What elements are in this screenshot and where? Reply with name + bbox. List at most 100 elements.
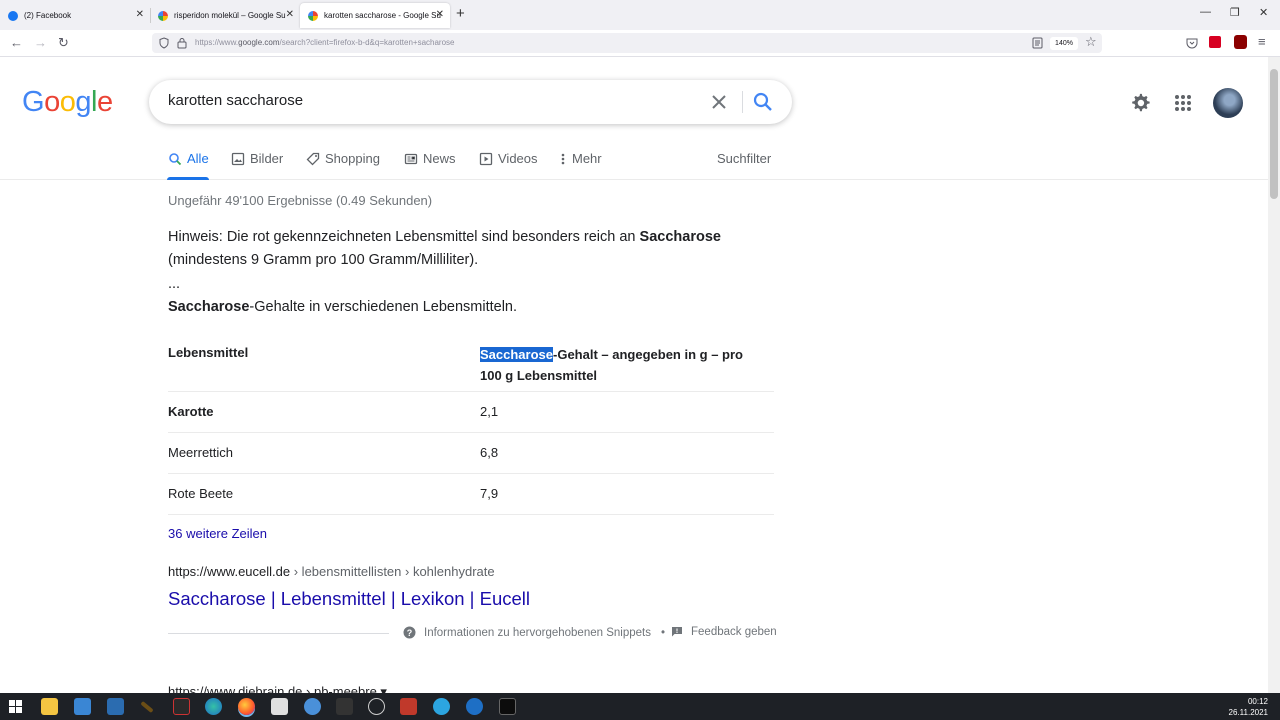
note-bold: Saccharose (639, 229, 721, 245)
extension-icon[interactable] (1209, 36, 1221, 48)
live-app-icon[interactable] (336, 698, 353, 715)
forward-arrow-icon[interactable]: → (34, 35, 47, 50)
tab-label: Mehr (572, 151, 602, 166)
search-tabs: Alle Bilder Shopping News Videos Mehr Su… (0, 140, 1268, 180)
caption-text: -Gehalte in verschiedenen Lebensmitteln. (249, 299, 518, 315)
app-icon[interactable] (466, 698, 483, 715)
search-icon[interactable] (752, 91, 774, 113)
clear-search-icon[interactable] (708, 91, 730, 113)
page-scrollbar[interactable] (1268, 57, 1280, 693)
result-title-link[interactable]: Saccharose | Lebensmittel | Lexikon | Eu… (168, 588, 530, 610)
tab-facebook[interactable]: (2) Facebook ✕ (0, 3, 151, 28)
reader-view-icon[interactable] (1032, 37, 1043, 49)
table-cell-food: Meerrettich (168, 431, 480, 473)
tab-title: (2) Facebook (24, 11, 72, 20)
feedback-link[interactable]: Feedback geben (671, 626, 777, 638)
tab-strip: (2) Facebook ✕ risperidon molekül – Goog… (0, 0, 1280, 30)
store-icon[interactable] (74, 698, 91, 715)
google-logo[interactable]: Google (22, 86, 113, 119)
video-icon (479, 152, 493, 165)
url-domain: google.com (238, 38, 280, 47)
feedback-icon (672, 627, 682, 637)
tab-label: Alle (187, 151, 209, 166)
menu-hamburger-icon[interactable]: ≡ (1258, 34, 1266, 49)
close-tab-icon[interactable]: ✕ (286, 9, 294, 20)
clock-time: 00:12 (1247, 697, 1268, 706)
tab-shopping[interactable]: Shopping (306, 151, 380, 166)
tools-label: Suchfilter (717, 151, 772, 166)
search-box[interactable] (149, 80, 792, 124)
mail-icon[interactable] (107, 698, 124, 715)
windows-start-icon[interactable] (9, 700, 22, 713)
tab-more[interactable]: Mehr (559, 151, 602, 166)
search-divider (742, 91, 743, 113)
snippet-caption: Saccharose-Gehalte in verschiedenen Lebe… (168, 299, 517, 315)
selected-text-highlight[interactable]: Saccharose (480, 347, 553, 362)
telegram-icon[interactable] (433, 698, 450, 715)
file-explorer-icon[interactable] (41, 698, 58, 715)
table-header-cell: Lebensmittel (168, 345, 249, 360)
windows-taskbar: 00:12 26.11.2021 (0, 693, 1280, 720)
news-icon (404, 153, 418, 164)
about-snippets-link[interactable]: ? Informationen zu hervorgehobenen Snipp… (403, 626, 665, 639)
result-cite[interactable]: https://www.eucell.de › lebensmittellist… (168, 564, 495, 579)
scrollbar-thumb[interactable] (1270, 69, 1278, 199)
account-avatar[interactable] (1213, 88, 1243, 118)
app-icon[interactable] (271, 698, 288, 715)
app-icon[interactable] (304, 698, 321, 715)
table-row: Rote Beete 7,9 (168, 472, 774, 515)
google-apps-icon[interactable] (1174, 94, 1192, 112)
close-tab-icon[interactable]: ✕ (136, 9, 144, 20)
tab-karotten[interactable]: karotten saccharose - Google Su ✕ (300, 3, 450, 28)
edge-icon[interactable] (205, 698, 222, 715)
logo-letter: G (22, 86, 45, 118)
logo-letter: e (96, 86, 113, 118)
pocket-icon[interactable] (1186, 38, 1198, 49)
obs-icon[interactable] (368, 698, 385, 715)
firefox-icon[interactable] (238, 698, 255, 715)
system-clock[interactable]: 00:12 26.11.2021 (1229, 696, 1268, 718)
calculator-icon[interactable] (173, 698, 190, 715)
search-input[interactable] (168, 92, 688, 109)
table-cell-value: 7,9 (480, 472, 774, 515)
zoom-level[interactable]: 140% (1050, 37, 1078, 50)
address-bar[interactable]: https://www.google.com/search?client=fir… (152, 33, 1102, 53)
lock-icon[interactable] (177, 37, 187, 49)
back-arrow-icon[interactable]: ← (10, 35, 23, 50)
table-cell-food: Karotte (168, 390, 480, 432)
tab-risperidon[interactable]: risperidon molekül – Google Su ✕ (150, 3, 300, 28)
terminal-icon[interactable] (499, 698, 516, 715)
tab-all[interactable]: Alle (168, 151, 209, 166)
bullet-separator: • (660, 626, 665, 639)
google-icon (308, 10, 318, 21)
url-text[interactable]: https://www.google.com/search?client=fir… (195, 38, 454, 47)
tab-news[interactable]: News (404, 151, 456, 166)
search-icon (169, 152, 182, 165)
pen-icon[interactable] (140, 700, 154, 714)
minimize-icon[interactable]: — (1200, 6, 1211, 18)
shield-icon[interactable] (158, 37, 170, 49)
image-icon (231, 152, 245, 165)
cite-path: › lebensmittellisten › kohlenhydrate (290, 564, 495, 579)
close-tab-icon[interactable]: ✕ (436, 9, 444, 20)
result-stats: Ungefähr 49'100 Ergebnisse (0.49 Sekunde… (168, 193, 433, 208)
reload-icon[interactable]: ↻ (58, 35, 69, 51)
restore-icon[interactable]: ❐ (1230, 6, 1240, 19)
more-rows-link[interactable]: 36 weitere Zeilen (168, 526, 267, 541)
tab-images[interactable]: Bilder (231, 151, 283, 166)
header-text: 100 g Lebensmittel (480, 368, 598, 383)
app-icon[interactable] (400, 698, 417, 715)
settings-gear-icon[interactable] (1129, 92, 1151, 114)
bookmark-star-icon[interactable]: ☆ (1085, 34, 1097, 50)
snippet-ellipsis: ... (168, 276, 181, 292)
tab-title: risperidon molekül – Google Su (174, 11, 286, 20)
search-tools-button[interactable]: Suchfilter (717, 151, 771, 166)
close-window-icon[interactable]: ✕ (1259, 6, 1268, 19)
tab-videos[interactable]: Videos (479, 151, 538, 166)
tag-icon (306, 152, 320, 165)
help-icon: ? (403, 626, 416, 639)
ublock-icon[interactable] (1234, 35, 1247, 49)
new-tab-button[interactable]: + (456, 5, 465, 22)
table-header-cell: Saccharose-Gehalt – angegeben in g – pro… (480, 335, 774, 391)
url-prefix: https://www. (195, 38, 239, 47)
